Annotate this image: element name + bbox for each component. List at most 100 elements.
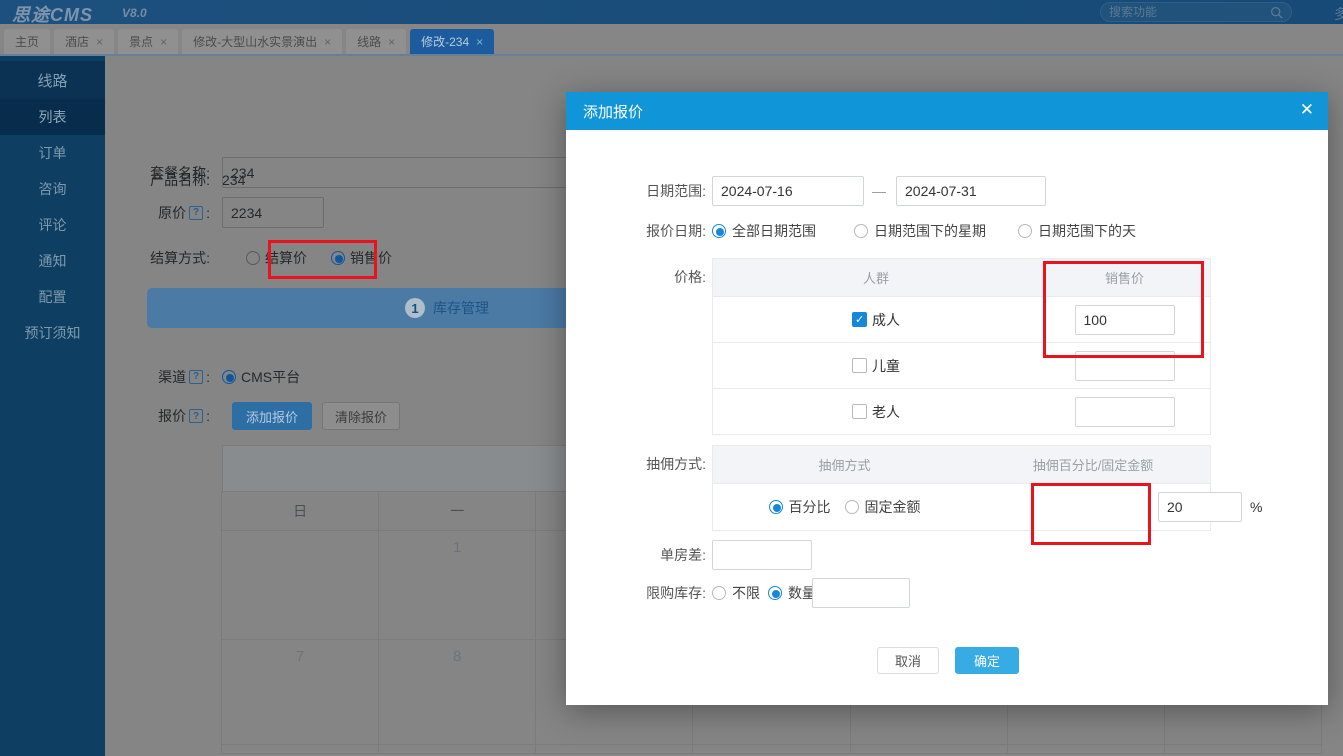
sidebar-item-booking-notes[interactable]: 预订须知 [0,315,105,351]
checkbox-checked-icon[interactable] [852,312,867,327]
cancel-button[interactable]: 取消 [877,647,939,674]
header-commission-mode: 抽佣方式 [818,458,871,473]
calendar-day-cell[interactable]: 7 [221,639,380,745]
radio-icon-selected[interactable] [768,586,782,600]
settlement-label: 结算方式: [150,249,210,266]
step-1-label: 库存管理 [433,300,489,316]
tab-close-icon[interactable]: × [388,36,395,48]
single-room-input[interactable] [712,540,812,570]
radio-icon-selected[interactable] [222,369,236,384]
radio-icon-selected[interactable] [331,250,345,265]
commission-value-input[interactable] [1158,492,1242,522]
header-group: 人群 [862,271,889,286]
help-icon[interactable]: ? [189,369,204,384]
header-sale-price: 销售价 [1104,271,1144,286]
commission-option-fixed[interactable]: 固定金额 [844,497,921,517]
sidebar: 线路 列表 订单 咨询 评论 通知 配置 预订须知 [0,56,105,756]
radio-icon[interactable] [854,224,868,238]
sidebar-item-notice[interactable]: 通知 [0,243,105,279]
top-bar: 思途CMS V8.0 多 [0,0,1343,25]
confirm-button[interactable]: 确定 [955,647,1019,674]
single-room-label: 单房差: [660,547,706,563]
calendar-day-cell[interactable]: 8 [378,639,537,745]
tab-edit-show[interactable]: 修改-大型山水实景演出 × [182,29,343,54]
radio-icon[interactable] [844,500,859,514]
settlement-option-sale-price[interactable]: 销售价 [331,248,392,268]
settlement-option-settle-price[interactable]: 结算价 [246,248,307,268]
modal-close-icon[interactable]: ✕ [1300,100,1314,120]
tab-scenic[interactable]: 景点 × [118,29,179,54]
add-quote-button[interactable]: 添加报价 [232,402,313,430]
tab-route[interactable]: 线路 × [346,29,407,54]
commission-unit: % [1250,499,1263,515]
calendar-day-cell[interactable]: 1 [378,530,537,640]
child-price-input[interactable] [1074,350,1175,381]
radio-icon[interactable] [246,250,260,265]
date-to-input[interactable] [896,176,1046,206]
weekday-cell: 日 [221,491,380,531]
quote-date-option-day[interactable]: 日期范围下的天 [1018,216,1136,246]
price-table-header: 人群 销售价 [713,259,1210,296]
weekday-cell: 一 [378,491,537,531]
calendar-week-row-3 [221,744,1322,754]
calendar-day-cell[interactable] [221,744,380,754]
tab-home[interactable]: 主页 [4,29,51,54]
sidebar-item-inquiry[interactable]: 咨询 [0,171,105,207]
search-input[interactable] [1109,5,1270,19]
limit-option-unlimited[interactable]: 不限 [712,578,760,608]
step-1-badge: 1 [405,298,425,318]
tab-hotel[interactable]: 酒店 × [54,29,115,54]
tab-close-icon[interactable]: × [160,36,167,48]
price-label: 价格: [674,268,706,285]
checkbox-icon[interactable] [852,404,867,419]
sidebar-item-comments[interactable]: 评论 [0,207,105,243]
commission-table: 抽佣方式 抽佣百分比/固定金额 百分比 固定金额 % [712,445,1262,531]
radio-icon[interactable] [712,586,726,600]
tab-close-icon[interactable]: × [96,36,103,48]
calendar-day-cell[interactable] [535,744,694,754]
tab-close-icon[interactable]: × [476,36,483,48]
tab-close-icon[interactable]: × [324,36,331,48]
sidebar-item-orders[interactable]: 订单 [0,135,105,171]
radio-icon-selected[interactable] [768,500,783,514]
quote-date-option-weekday[interactable]: 日期范围下的星期 [854,216,986,246]
sidebar-section-route[interactable]: 线路 [0,61,105,99]
checkbox-icon[interactable] [852,358,867,373]
calendar-day-cell[interactable] [692,744,851,754]
clear-quote-button[interactable]: 清除报价 [322,402,401,430]
date-range-label: 日期范围: [646,183,706,199]
channel-option-cms[interactable]: CMS平台 [222,367,300,387]
channel-label: 渠道 ? : [158,368,210,385]
original-price-label: 原价 ? : [158,204,210,221]
package-name-row: 套餐名称: [120,157,642,188]
radio-icon[interactable] [1018,224,1032,238]
limit-quantity-input[interactable] [812,578,910,608]
sidebar-item-list[interactable]: 列表 [0,99,105,135]
radio-icon-selected[interactable] [712,224,726,238]
modal-title: 添加报价 [583,103,644,121]
commission-option-percent[interactable]: 百分比 [768,497,831,517]
quote-date-option-all[interactable]: 全部日期范围 [712,216,816,246]
date-from-input[interactable] [712,176,864,206]
commission-label: 抽佣方式: [646,455,706,472]
quote-label: 报价 ? : [158,408,210,424]
original-price-input[interactable] [222,197,324,228]
header-commission-value: 抽佣百分比/固定金额 [1032,458,1154,473]
global-search[interactable] [1100,2,1292,22]
calendar-day-cell[interactable] [378,744,537,754]
calendar-day-cell[interactable] [1163,744,1322,754]
senior-price-input[interactable] [1074,396,1175,427]
search-icon[interactable] [1270,6,1283,19]
help-icon[interactable]: ? [189,409,204,423]
limit-option-quantity[interactable]: 数量 [768,578,816,608]
calendar-day-cell[interactable] [849,744,1008,754]
tab-edit-234[interactable]: 修改-234 × [410,29,495,54]
adult-price-input[interactable] [1074,304,1175,335]
add-quote-modal: 添加报价 ✕ 日期范围: — 报价日期: 全部日期范围 日期范围下的星期 日期范… [566,92,1328,705]
price-row-adult: 成人 [713,296,1210,342]
calendar-day-cell[interactable] [221,530,380,640]
sidebar-item-config[interactable]: 配置 [0,279,105,315]
calendar-day-cell[interactable] [1006,744,1165,754]
help-icon[interactable]: ? [189,205,204,220]
price-table: 人群 销售价 成人 儿童 [712,258,1211,435]
